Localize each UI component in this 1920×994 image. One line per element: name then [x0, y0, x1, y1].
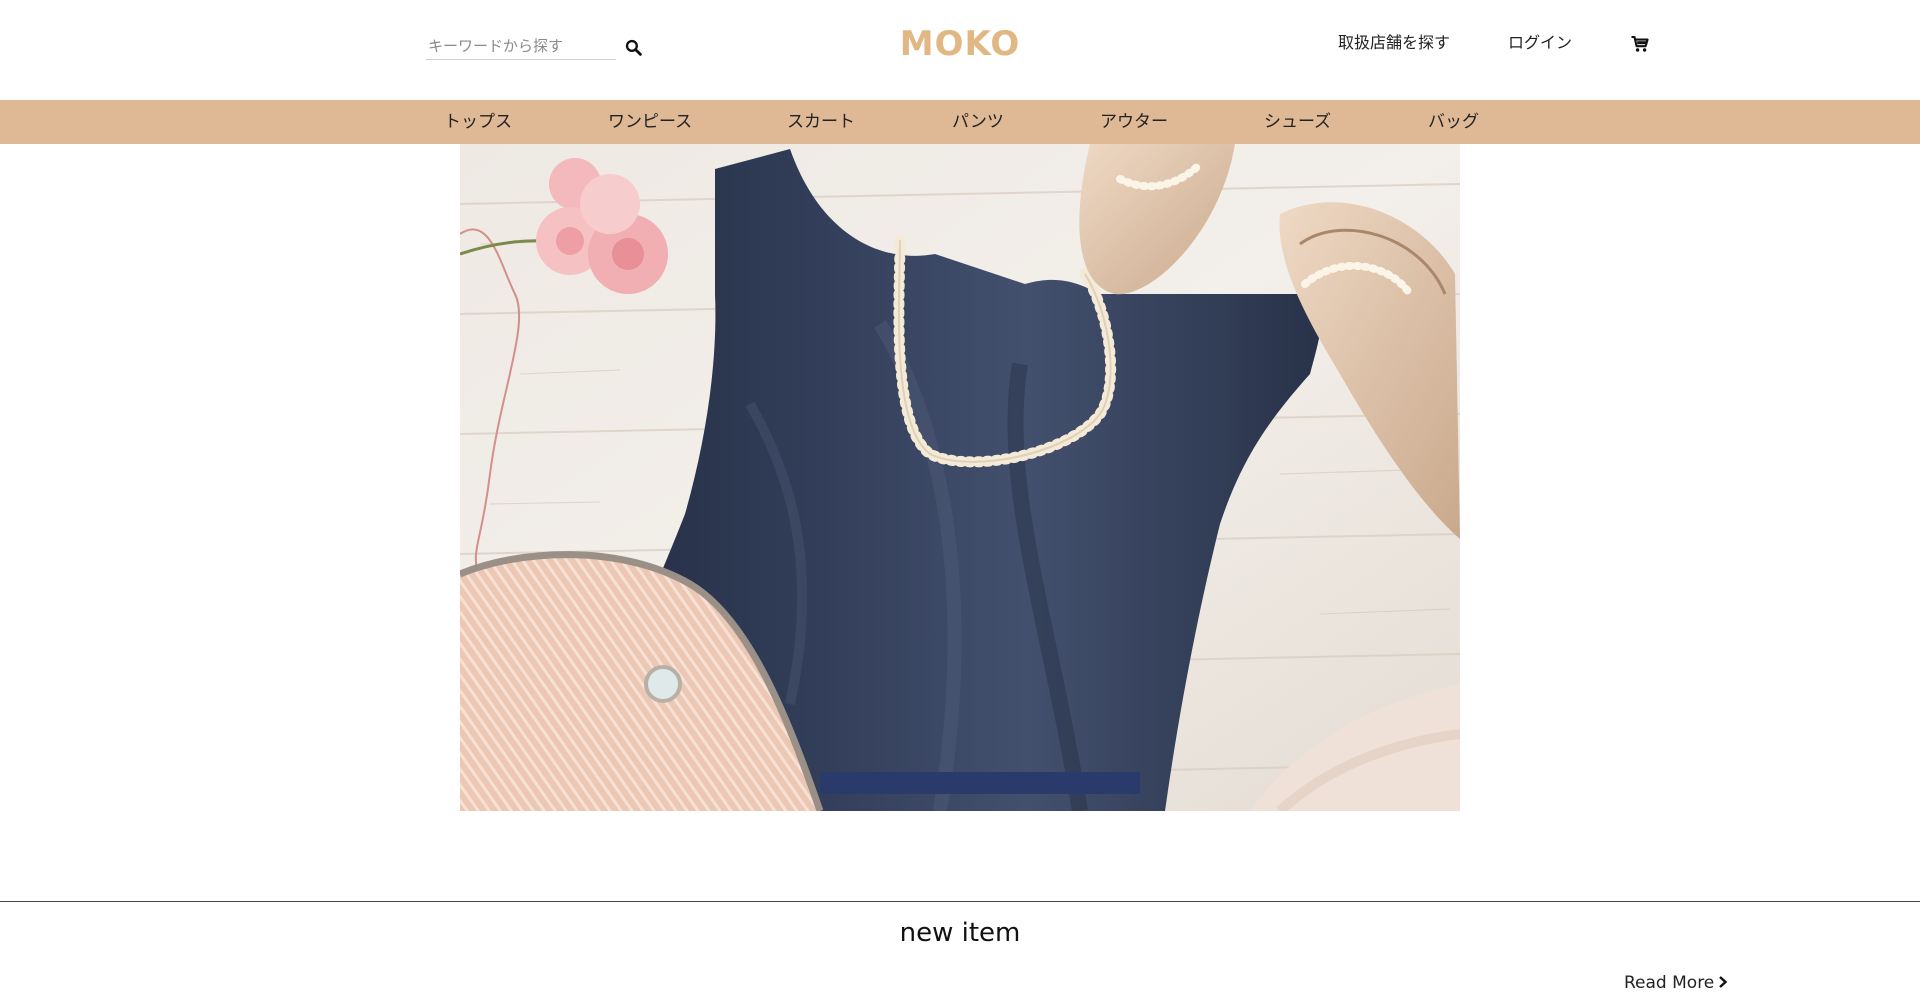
nav-item-pants[interactable]: パンツ — [952, 100, 1004, 144]
nav-item-outer[interactable]: アウター — [1100, 100, 1168, 144]
new-item-heading: new item — [899, 918, 1021, 948]
nav-item-tops[interactable]: トップス — [444, 100, 512, 144]
nav-item-skirt[interactable]: スカート — [787, 100, 855, 144]
nav-item-bag[interactable]: バッグ — [1428, 100, 1479, 144]
chevron-right-icon — [1718, 972, 1728, 994]
search-bar — [426, 32, 642, 64]
site-logo[interactable]: MOKO — [860, 20, 1060, 68]
read-more-label: Read More — [1624, 973, 1715, 993]
category-nav: トップス ワンピース スカート パンツ アウター シューズ バッグ — [0, 100, 1920, 144]
nav-item-shoes[interactable]: シューズ — [1264, 100, 1331, 144]
login-link[interactable]: ログイン — [1508, 30, 1572, 56]
read-more-link[interactable]: Read More — [1624, 972, 1728, 994]
search-icon[interactable] — [622, 36, 644, 58]
hero-illustration — [460, 144, 1460, 811]
search-input[interactable] — [426, 32, 616, 60]
nav-item-onepiece[interactable]: ワンピース — [608, 100, 692, 144]
section-divider — [0, 901, 1920, 902]
site-header: MOKO 取扱店舗を探す ログイン — [0, 0, 1920, 100]
cart-icon[interactable] — [1630, 34, 1650, 54]
store-locator-link[interactable]: 取扱店舗を探す — [1338, 30, 1450, 56]
hero-image — [460, 144, 1460, 811]
